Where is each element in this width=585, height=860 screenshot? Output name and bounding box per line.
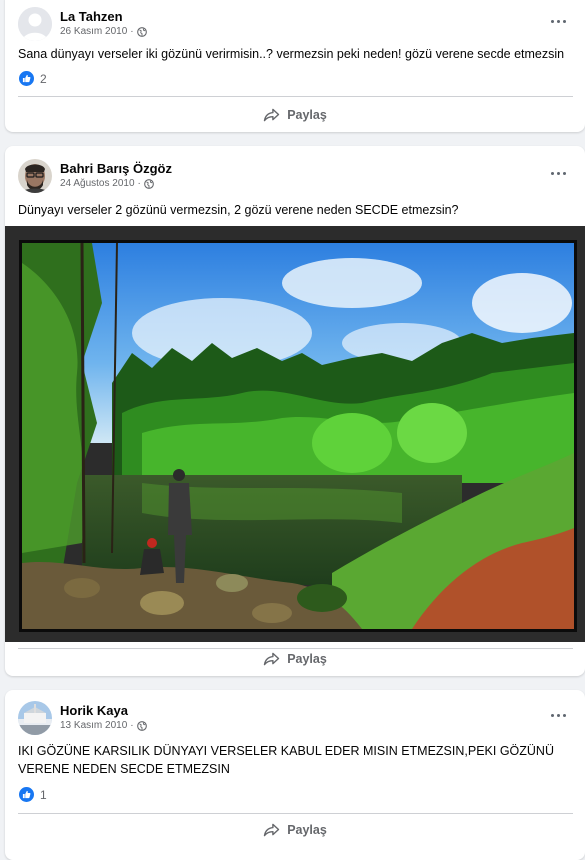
share-icon	[263, 823, 280, 837]
post-text: Sana dünyayı verseler iki gözünü verirmi…	[18, 47, 565, 61]
post-header: La Tahzen 26 Kasım 2010 ·	[18, 4, 147, 44]
default-avatar-icon	[18, 7, 52, 41]
like-icon	[19, 787, 34, 802]
lake-forest-image	[22, 243, 574, 629]
avatar[interactable]	[18, 701, 52, 735]
post-text: Dünyayı verseler 2 gözünü vermezsin, 2 g…	[18, 203, 459, 217]
more-options-icon[interactable]	[545, 708, 571, 722]
profile-photo	[18, 159, 52, 193]
avatar[interactable]	[18, 159, 52, 193]
globe-icon	[136, 721, 147, 731]
like-icon	[19, 71, 34, 86]
post-date[interactable]: 26 Kasım 2010	[60, 25, 127, 39]
post-card: La Tahzen 26 Kasım 2010 · Sana dünyayı v…	[5, 0, 585, 132]
globe-icon	[136, 27, 147, 37]
post-date[interactable]: 13 Kasım 2010	[60, 719, 127, 733]
author-name[interactable]: Bahri Barış Özgöz	[60, 161, 172, 177]
reaction-summary[interactable]: 1	[19, 787, 47, 802]
post-card: Horik Kaya 13 Kasım 2010 · IKI GÖZÜNE KA…	[5, 690, 585, 860]
author-name[interactable]: Horik Kaya	[60, 703, 147, 719]
avatar[interactable]	[18, 7, 52, 41]
reaction-count: 2	[40, 71, 47, 86]
reaction-summary[interactable]: 2	[19, 71, 47, 86]
share-label: Paylaş	[287, 652, 327, 666]
divider	[18, 96, 573, 97]
share-icon	[263, 108, 280, 122]
divider	[18, 813, 573, 814]
more-options-icon[interactable]	[545, 166, 571, 180]
share-button[interactable]: Paylaş	[5, 101, 585, 129]
post-card: Bahri Barış Özgöz 24 Ağustos 2010 · Düny…	[5, 146, 585, 676]
more-options-icon[interactable]	[545, 14, 571, 28]
share-button[interactable]: Paylaş	[5, 816, 585, 844]
post-photo[interactable]	[5, 226, 585, 642]
post-text: IKI GÖZÜNE KARSILIK DÜNYAYI VERSELER KAB…	[18, 744, 554, 776]
post-header: Horik Kaya 13 Kasım 2010 ·	[18, 698, 147, 738]
post-header: Bahri Barış Özgöz 24 Ağustos 2010 ·	[18, 156, 172, 196]
share-label: Paylaş	[287, 108, 327, 122]
share-button[interactable]: Paylaş	[5, 645, 585, 673]
post-date[interactable]: 24 Ağustos 2010	[60, 177, 135, 191]
reaction-count: 1	[40, 787, 47, 802]
globe-icon	[143, 179, 154, 189]
author-name[interactable]: La Tahzen	[60, 9, 147, 25]
profile-photo	[18, 701, 52, 735]
share-icon	[263, 652, 280, 666]
share-label: Paylaş	[287, 823, 327, 837]
